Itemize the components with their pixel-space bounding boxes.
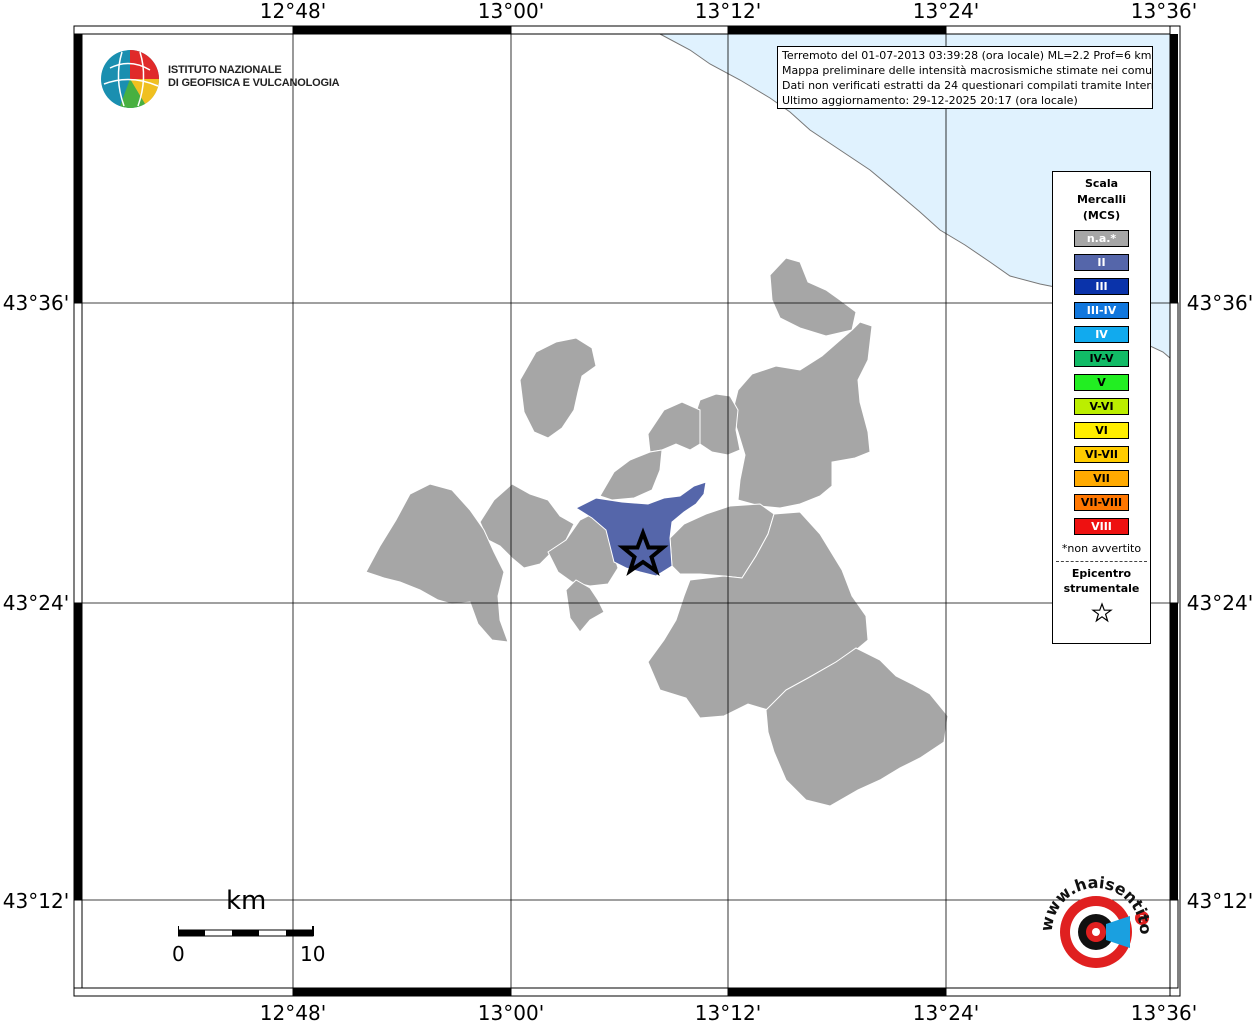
- lon-label-top: 13°36': [1131, 0, 1197, 23]
- lon-label-top: 13°00': [478, 0, 544, 23]
- legend-item-ii: II: [1074, 254, 1129, 271]
- ingv-logo: ISTITUTO NAZIONALE DI GEOFISICA E VULCAN…: [100, 48, 340, 110]
- legend-epicenter-line: Epicentro: [1071, 567, 1132, 580]
- municipality-area: [731, 321, 873, 509]
- event-info-box: Terremoto del 01-07-2013 03:39:28 (ora l…: [777, 46, 1153, 109]
- scale-min-label: 0: [172, 942, 185, 966]
- legend-item-v-vi: V-VI: [1074, 398, 1129, 415]
- municipality-area: [647, 401, 701, 453]
- lat-label-left: 43°24': [3, 591, 69, 615]
- lon-label-top: 13°24': [913, 0, 979, 23]
- legend-item-iv: IV: [1074, 326, 1129, 343]
- globe-logo-icon: [101, 50, 160, 108]
- lat-label-right: 43°12': [1187, 889, 1253, 913]
- scale-max-label: 10: [300, 942, 326, 966]
- legend-separator: [1056, 561, 1147, 562]
- legend-title-line: Mercalli: [1076, 193, 1127, 206]
- lat-label-left: 43°36': [3, 291, 69, 315]
- municipality-area: [693, 393, 741, 456]
- scale-bar: km 0 10: [170, 886, 340, 976]
- scale-bar-graphic: [178, 926, 314, 937]
- lat-label-right: 43°24': [1187, 591, 1253, 615]
- legend-item-v: V: [1074, 374, 1129, 391]
- municipality-area: [519, 337, 597, 439]
- lon-label-bottom: 13°12': [695, 1001, 761, 1024]
- legend-note: *non avvertito: [1061, 542, 1142, 555]
- legend-item-n-a: n.a.*: [1074, 230, 1129, 247]
- lon-label-bottom: 13°00': [478, 1001, 544, 1024]
- legend-title-line: (MCS): [1082, 209, 1121, 222]
- lat-label-left: 43°12': [3, 889, 69, 913]
- municipality-area: [565, 579, 605, 633]
- hai-sentito-badge[interactable]: ? www.haisentitoilterremoto.it: [1022, 845, 1160, 980]
- event-info-line: Terremoto del 01-07-2013 03:39:28 (ora l…: [782, 49, 1152, 62]
- legend-item-iv-v: IV-V: [1074, 350, 1129, 367]
- legend-epicenter: Epicentro strumentale: [1053, 566, 1150, 596]
- legend-title: Scala Mercalli (MCS): [1053, 176, 1150, 224]
- scale-unit: km: [226, 886, 267, 916]
- institute-name-line2: DI GEOFISICA E VULCANOLOGIA: [168, 77, 340, 89]
- lon-label-bottom: 12°48': [260, 1001, 326, 1024]
- legend-item-vii-viii: VII-VIII: [1074, 494, 1129, 511]
- event-info-line: Mappa preliminare delle intensità macros…: [782, 64, 1153, 77]
- legend-items: n.a.* II III III-IV IV IV-V V V-VI VI VI-VII VII VI…: [1053, 230, 1150, 535]
- event-info-line: Ultimo aggiornamento: 29-12-2025 20:17 (…: [782, 94, 1078, 107]
- lon-label-bottom: 13°24': [913, 1001, 979, 1024]
- lon-label-bottom: 13°36': [1131, 1001, 1197, 1024]
- lon-label-top: 13°12': [695, 0, 761, 23]
- lat-label-right: 43°36': [1187, 291, 1253, 315]
- municipality-area: [365, 483, 509, 643]
- legend-item-iii: III: [1074, 278, 1129, 295]
- event-info-line: Dati non verificati estratti da 24 quest…: [782, 79, 1153, 92]
- institute-name-line1: ISTITUTO NAZIONALE: [168, 64, 282, 76]
- seismometer-badge-icon: ? www.haisentitoilterremoto.it: [1022, 845, 1155, 968]
- intensity-legend: Scala Mercalli (MCS) n.a.* II III III-IV IV I…: [1052, 171, 1151, 644]
- star-outline-icon: [1090, 602, 1113, 623]
- lon-label-top: 12°48': [260, 0, 326, 23]
- legend-epicenter-line: strumentale: [1063, 582, 1140, 595]
- legend-item-iii-iv: III-IV: [1074, 302, 1129, 319]
- municipality-area: [769, 257, 857, 337]
- legend-item-vi-vii: VI-VII: [1074, 446, 1129, 463]
- legend-item-vii: VII: [1074, 470, 1129, 487]
- legend-item-vi: VI: [1074, 422, 1129, 439]
- legend-item-viii: VIII: [1074, 518, 1129, 535]
- legend-title-line: Scala: [1084, 177, 1119, 190]
- municipality-area: [599, 449, 663, 501]
